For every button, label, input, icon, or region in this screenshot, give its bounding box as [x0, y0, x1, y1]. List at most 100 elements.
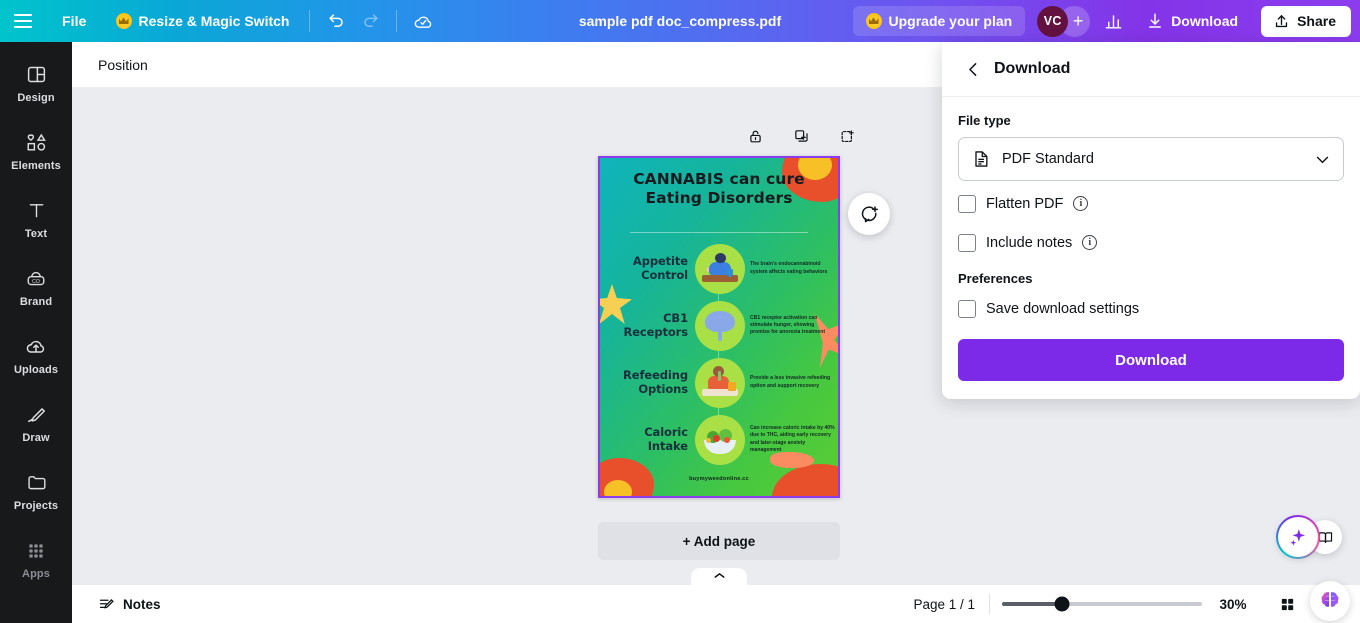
label-line: Receptors	[623, 324, 688, 339]
add-page-row-button[interactable]: + Add page	[598, 522, 840, 560]
lock-icon[interactable]	[742, 123, 768, 149]
ai-brain-icon[interactable]	[1310, 581, 1350, 621]
share-button[interactable]: Share	[1261, 5, 1351, 37]
poster-footer-url: buymyweedonline.cc	[689, 476, 749, 482]
left-sidebar: Design Elements Text CO Brand Uploads Dr…	[0, 42, 72, 623]
sidebar-item-label: Text	[24, 227, 48, 240]
design-layout-icon	[24, 63, 48, 87]
poster-row: Refeeding Options Provide a less invasiv…	[598, 354, 840, 411]
crown-icon	[865, 13, 882, 29]
chevron-down-icon	[1316, 156, 1329, 163]
undo-icon[interactable]	[319, 4, 353, 38]
zoom-slider-thumb[interactable]	[1054, 596, 1070, 612]
upgrade-plan-button[interactable]: Upgrade your plan	[852, 6, 1026, 36]
top-toolbar-right: Upgrade your plan VC + Download Share	[852, 4, 1360, 38]
label-line: Control	[641, 267, 688, 282]
divider	[396, 10, 398, 32]
flatten-pdf-option[interactable]: Flatten PDF i	[958, 187, 1344, 220]
poster-title-line2: Eating Disorders	[645, 188, 793, 207]
grid-view-icon[interactable]	[1270, 587, 1304, 621]
label-line: Refeeding	[623, 367, 688, 382]
poster-row-text: CB1 receptor activation can stimulate hu…	[750, 314, 826, 336]
document-title[interactable]: sample pdf doc_compress.pdf	[569, 8, 791, 34]
text-t-icon	[24, 199, 48, 223]
bar-chart-icon[interactable]	[1096, 4, 1130, 38]
chevron-left-icon[interactable]	[958, 54, 988, 84]
notes-pencil-icon	[99, 598, 114, 609]
duplicate-icon[interactable]	[788, 123, 814, 149]
zoom-slider[interactable]	[1002, 594, 1202, 614]
info-icon[interactable]: i	[1073, 196, 1089, 211]
hamburger-icon[interactable]	[0, 0, 46, 42]
include-notes-label: Include notes	[986, 234, 1073, 251]
flatten-pdf-checkbox[interactable]	[958, 194, 976, 213]
divider	[309, 10, 311, 32]
cloud-check-icon[interactable]	[406, 4, 440, 38]
save-download-settings-checkbox[interactable]	[958, 299, 976, 318]
sidebar-item-apps[interactable]: Apps	[4, 526, 68, 592]
add-page-icon[interactable]	[834, 123, 860, 149]
label-line: Intake	[647, 438, 688, 453]
brand-badge-icon: CO	[24, 267, 48, 291]
folder-icon	[24, 471, 48, 495]
sidebar-item-design[interactable]: Design	[4, 50, 68, 116]
notes-label: Notes	[123, 596, 161, 612]
sidebar-item-projects[interactable]: Projects	[4, 458, 68, 524]
download-submit-button[interactable]: Download	[958, 339, 1344, 381]
magic-sparkle-icon[interactable]	[1276, 515, 1320, 559]
download-icon	[1149, 13, 1162, 28]
position-button[interactable]: Position	[88, 51, 158, 79]
notes-button[interactable]: Notes	[88, 590, 171, 619]
poster-row-label: CB1 Receptors	[598, 311, 695, 339]
poster-row-label: Caloric Intake	[598, 425, 695, 453]
file-type-select[interactable]: PDF Standard	[958, 137, 1344, 181]
preferences-label: Preferences	[958, 271, 1033, 286]
salad-bowl-icon	[695, 414, 745, 465]
assistant-buttons	[1276, 515, 1342, 559]
download-panel: Download File type PDF Standard Flatten …	[942, 42, 1360, 399]
include-notes-checkbox[interactable]	[958, 233, 976, 252]
divider	[989, 594, 990, 614]
poster-row-label: Appetite Control	[598, 253, 695, 282]
avatar[interactable]: VC	[1037, 5, 1069, 37]
sidebar-item-label: Projects	[13, 499, 59, 512]
grid-apps-icon	[24, 539, 48, 563]
sidebar-item-elements[interactable]: Elements	[4, 118, 68, 184]
file-type-value: PDF Standard	[1002, 151, 1094, 167]
bottom-toolbar-right: Page 1 / 1 30%	[899, 587, 1360, 621]
file-menu-button[interactable]: File	[50, 7, 99, 35]
collapse-panel-toggle[interactable]	[691, 568, 747, 585]
poster-row-text: Can increase caloric intake by 40% due t…	[750, 425, 835, 453]
zoom-slider-track	[1002, 596, 1202, 612]
label-line: Appetite	[632, 253, 688, 268]
add-comment-icon[interactable]	[848, 193, 890, 235]
person-eating-at-table-icon	[695, 243, 745, 294]
sidebar-item-brand[interactable]: CO Brand	[4, 254, 68, 320]
save-download-settings-option[interactable]: Save download settings	[958, 292, 1344, 325]
poster-row-text: The brain's endocannabinoid system affec…	[750, 261, 828, 275]
resize-magic-switch-button[interactable]: Resize & Magic Switch	[105, 7, 301, 35]
download-button[interactable]: Download	[1134, 5, 1250, 37]
canva-editor-window: File Resize & Magic Switch sample pdf do…	[0, 0, 1360, 623]
resize-label: Resize & Magic Switch	[138, 13, 290, 29]
sidebar-item-text[interactable]: Text	[4, 186, 68, 252]
poster-row-label: Refeeding Options	[598, 367, 695, 396]
pdf-document-icon	[975, 151, 988, 167]
sidebar-item-uploads[interactable]: Uploads	[4, 322, 68, 388]
shapes-icon	[24, 131, 48, 155]
page-indicator: Page 1 / 1	[913, 596, 975, 612]
sidebar-item-draw[interactable]: Draw	[4, 390, 68, 456]
download-label: Download	[1171, 13, 1239, 29]
include-notes-option[interactable]: Include notes i	[958, 226, 1344, 259]
download-panel-body: File type PDF Standard Flatten PDF i Inc…	[942, 97, 1360, 399]
info-icon[interactable]: i	[1082, 235, 1098, 250]
zoom-level-label[interactable]: 30%	[1202, 597, 1264, 612]
poster-page[interactable]: CANNABIS can cure Eating Disorders Appet…	[598, 156, 840, 498]
decor-blob	[604, 480, 632, 498]
sidebar-item-label: Apps	[22, 567, 50, 580]
download-panel-header: Download	[942, 42, 1360, 97]
redo-icon[interactable]	[353, 4, 387, 38]
download-panel-title: Download	[994, 60, 1071, 77]
poster-title-line1: CANNABIS can cure	[633, 170, 805, 188]
svg-text:CO: CO	[32, 278, 40, 284]
